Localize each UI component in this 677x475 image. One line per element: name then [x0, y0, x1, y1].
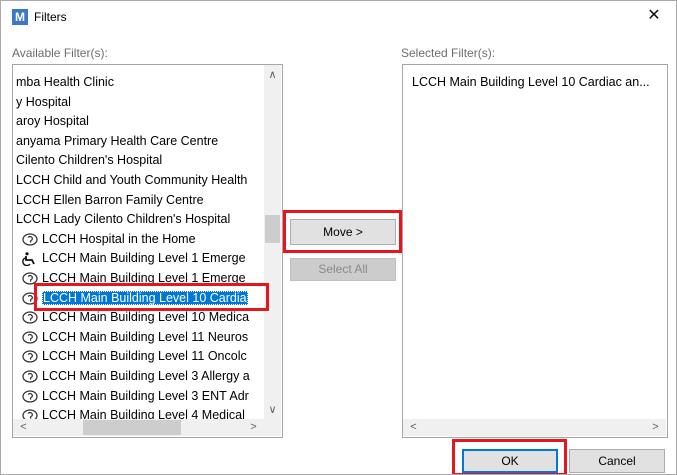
cancel-button[interactable]: Cancel [569, 449, 665, 473]
list-item[interactable]: LCCH Main Building Level 3 Allergy a [22, 367, 250, 386]
list-item[interactable]: LCCH Ellen Barron Family Centre [16, 191, 204, 210]
filters-dialog: M Filters ✕ Available Filter(s): Selecte… [0, 0, 677, 475]
scroll-left-arrow-icon[interactable]: < [15, 419, 32, 436]
app-icon: M [12, 9, 28, 25]
close-icon[interactable]: ✕ [632, 1, 676, 31]
list-item-label: Cilento Children's Hospital [16, 153, 163, 168]
title-bar: M Filters ✕ [1, 1, 676, 31]
scroll-up-arrow-icon[interactable]: ∧ [264, 67, 281, 84]
list-item[interactable]: mba Health Clinic [16, 73, 114, 92]
horizontal-scroll-thumb[interactable] [83, 420, 181, 435]
ear-icon [22, 269, 38, 288]
list-item-label: LCCH Main Building Level 10 Cardia [42, 290, 248, 305]
list-item-label: LCCH Hospital in the Home [42, 231, 196, 246]
list-item-label: LCCH Main Building Level 10 Medica [42, 310, 250, 325]
list-item[interactable]: y Hospital [16, 93, 71, 112]
scroll-left-arrow-icon[interactable]: < [405, 419, 422, 436]
available-horizontal-scrollbar[interactable]: < > [13, 419, 264, 436]
list-item-label: LCCH Main Building Level 11 Neuros [42, 329, 249, 344]
selected-horizontal-scrollbar[interactable]: < > [403, 419, 666, 436]
list-item-label: LCCH Main Building Level 11 Oncolc [42, 349, 247, 364]
available-vertical-scrollbar[interactable]: ∧ ∨ [264, 65, 281, 419]
move-button[interactable]: Move > [290, 219, 396, 245]
ear-icon [22, 387, 38, 406]
list-item[interactable]: LCCH Hospital in the Home [22, 230, 196, 249]
list-item[interactable]: LCCH Main Building Level 10 Cardia [22, 289, 248, 308]
list-item-label: aroy Hospital [16, 114, 89, 129]
list-item-label: LCCH Main Building Level 1 Emerge [42, 251, 246, 266]
list-item-label: y Hospital [16, 94, 71, 109]
list-item[interactable]: anyama Primary Health Care Centre [16, 132, 218, 151]
list-item[interactable]: LCCH Child and Youth Community Health [16, 171, 247, 190]
available-filters-label: Available Filter(s): [12, 46, 108, 60]
list-item[interactable]: aroy Hospital [16, 112, 89, 131]
list-item[interactable]: Cilento Children's Hospital [16, 151, 162, 170]
select-all-button[interactable]: Select All [290, 258, 396, 281]
selected-filters-label: Selected Filter(s): [401, 46, 496, 60]
list-item[interactable]: LCCH Main Building Level 10 Medica [22, 308, 249, 327]
list-item[interactable]: LCCH Main Building Level 11 Oncolc [22, 347, 247, 366]
list-item[interactable]: LCCH Main Building Level 3 ENT Adr [22, 387, 249, 406]
list-item[interactable]: LCCH Main Building Level 11 Neuros [22, 328, 248, 347]
list-item[interactable]: LCCH Main Building Level 10 Cardiac an..… [412, 73, 650, 92]
list-item-label: anyama Primary Health Care Centre [16, 133, 219, 148]
scroll-down-arrow-icon[interactable]: ∨ [264, 402, 281, 419]
list-item-label: LCCH Main Building Level 1 Emerge [42, 271, 246, 285]
scroll-right-arrow-icon[interactable]: > [245, 419, 262, 436]
ear-icon [22, 347, 38, 366]
ear-icon [22, 308, 38, 327]
scroll-right-arrow-icon[interactable]: > [647, 419, 664, 436]
list-item-label: LCCH Main Building Level 3 ENT Adr [42, 388, 249, 403]
list-item-label: LCCH Main Building Level 3 Allergy a [42, 369, 250, 383]
list-item-label: LCCH Child and Youth Community Health [16, 173, 248, 187]
ear-icon [22, 367, 38, 386]
list-item-label: LCCH Ellen Barron Family Centre [16, 192, 204, 207]
ear-icon [22, 230, 38, 249]
list-item-label: LCCH Lady Cilento Children's Hospital [16, 212, 231, 227]
list-item[interactable]: LCCH Main Building Level 1 Emerge [22, 249, 246, 268]
wheelchair-icon [22, 249, 38, 268]
ear-icon [22, 289, 38, 308]
ok-button[interactable]: OK [462, 449, 558, 473]
available-filters-list[interactable]: mba Health Clinic y Hospital aroy Hospital… [12, 64, 283, 438]
scroll-corner [264, 419, 281, 436]
vertical-scroll-thumb[interactable] [265, 215, 280, 243]
ear-icon [22, 328, 38, 347]
list-item[interactable]: LCCH Main Building Level 1 Emerge [22, 269, 246, 288]
list-item[interactable]: LCCH Lady Cilento Children's Hospital [16, 210, 230, 229]
dialog-title: Filters [34, 10, 67, 24]
list-item-label: mba Health Clinic [16, 75, 114, 89]
selected-filters-list[interactable]: LCCH Main Building Level 10 Cardiac an..… [402, 64, 668, 438]
list-item-label: LCCH Main Building Level 10 Cardiac an..… [412, 75, 650, 89]
